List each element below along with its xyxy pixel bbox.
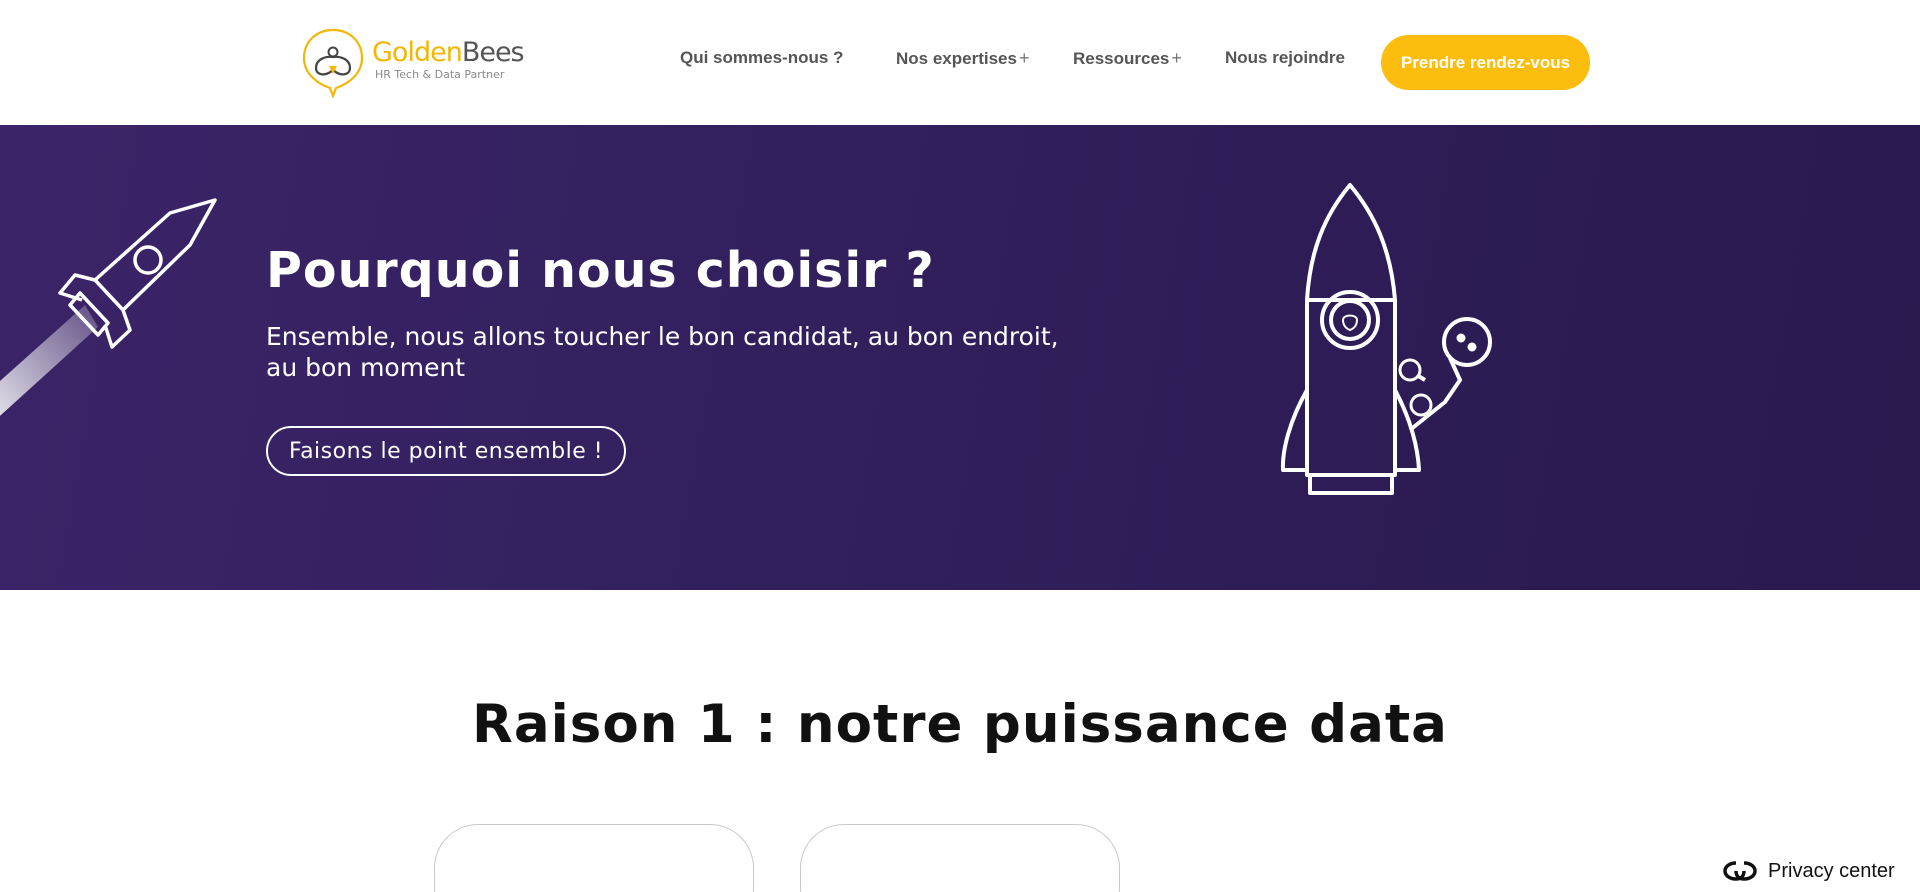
- plus-icon: +: [1018, 48, 1030, 68]
- nav-item-nous-rejoindre[interactable]: Nous rejoindre: [1225, 48, 1345, 68]
- nav-item-label: Nous rejoindre: [1225, 48, 1345, 67]
- reason-card: [800, 824, 1120, 892]
- privacy-center-button[interactable]: Privacy center: [1722, 856, 1895, 886]
- nav-item-label: Qui sommes-nous ?: [680, 48, 844, 67]
- hero-title: Pourquoi nous choisir ?: [266, 242, 935, 299]
- nav-item-label: Nos expertises: [896, 49, 1017, 68]
- rocket-right-icon: [1280, 183, 1492, 495]
- book-appointment-button[interactable]: Prendre rendez-vous: [1381, 35, 1590, 90]
- nav-item-nos-expertises[interactable]: Nos expertises +: [896, 48, 1029, 69]
- hero-cta-button[interactable]: Faisons le point ensemble !: [266, 426, 626, 476]
- reason-card: [434, 824, 754, 892]
- section-title: Raison 1 : notre puissance data: [472, 694, 1448, 755]
- hero-banner: Pourquoi nous choisir ? Ensemble, nous a…: [0, 125, 1920, 590]
- rocket-left-icon: [0, 198, 217, 416]
- nav-item-ressources[interactable]: Ressources +: [1073, 48, 1182, 69]
- hero-subtitle: Ensemble, nous allons toucher le bon can…: [266, 322, 1059, 382]
- nav-item-label: Ressources: [1073, 49, 1170, 68]
- main-nav: Qui sommes-nous ? Nos expertises + Ressou…: [0, 48, 1920, 72]
- nav-item-qui-sommes-nous[interactable]: Qui sommes-nous ?: [680, 48, 843, 68]
- privacy-center-label: Privacy center: [1768, 859, 1895, 882]
- plus-icon: +: [1171, 48, 1182, 68]
- privacy-icon: [1723, 861, 1757, 881]
- site-header: GoldenBees HR Tech & Data Partner Qui so…: [0, 0, 1920, 125]
